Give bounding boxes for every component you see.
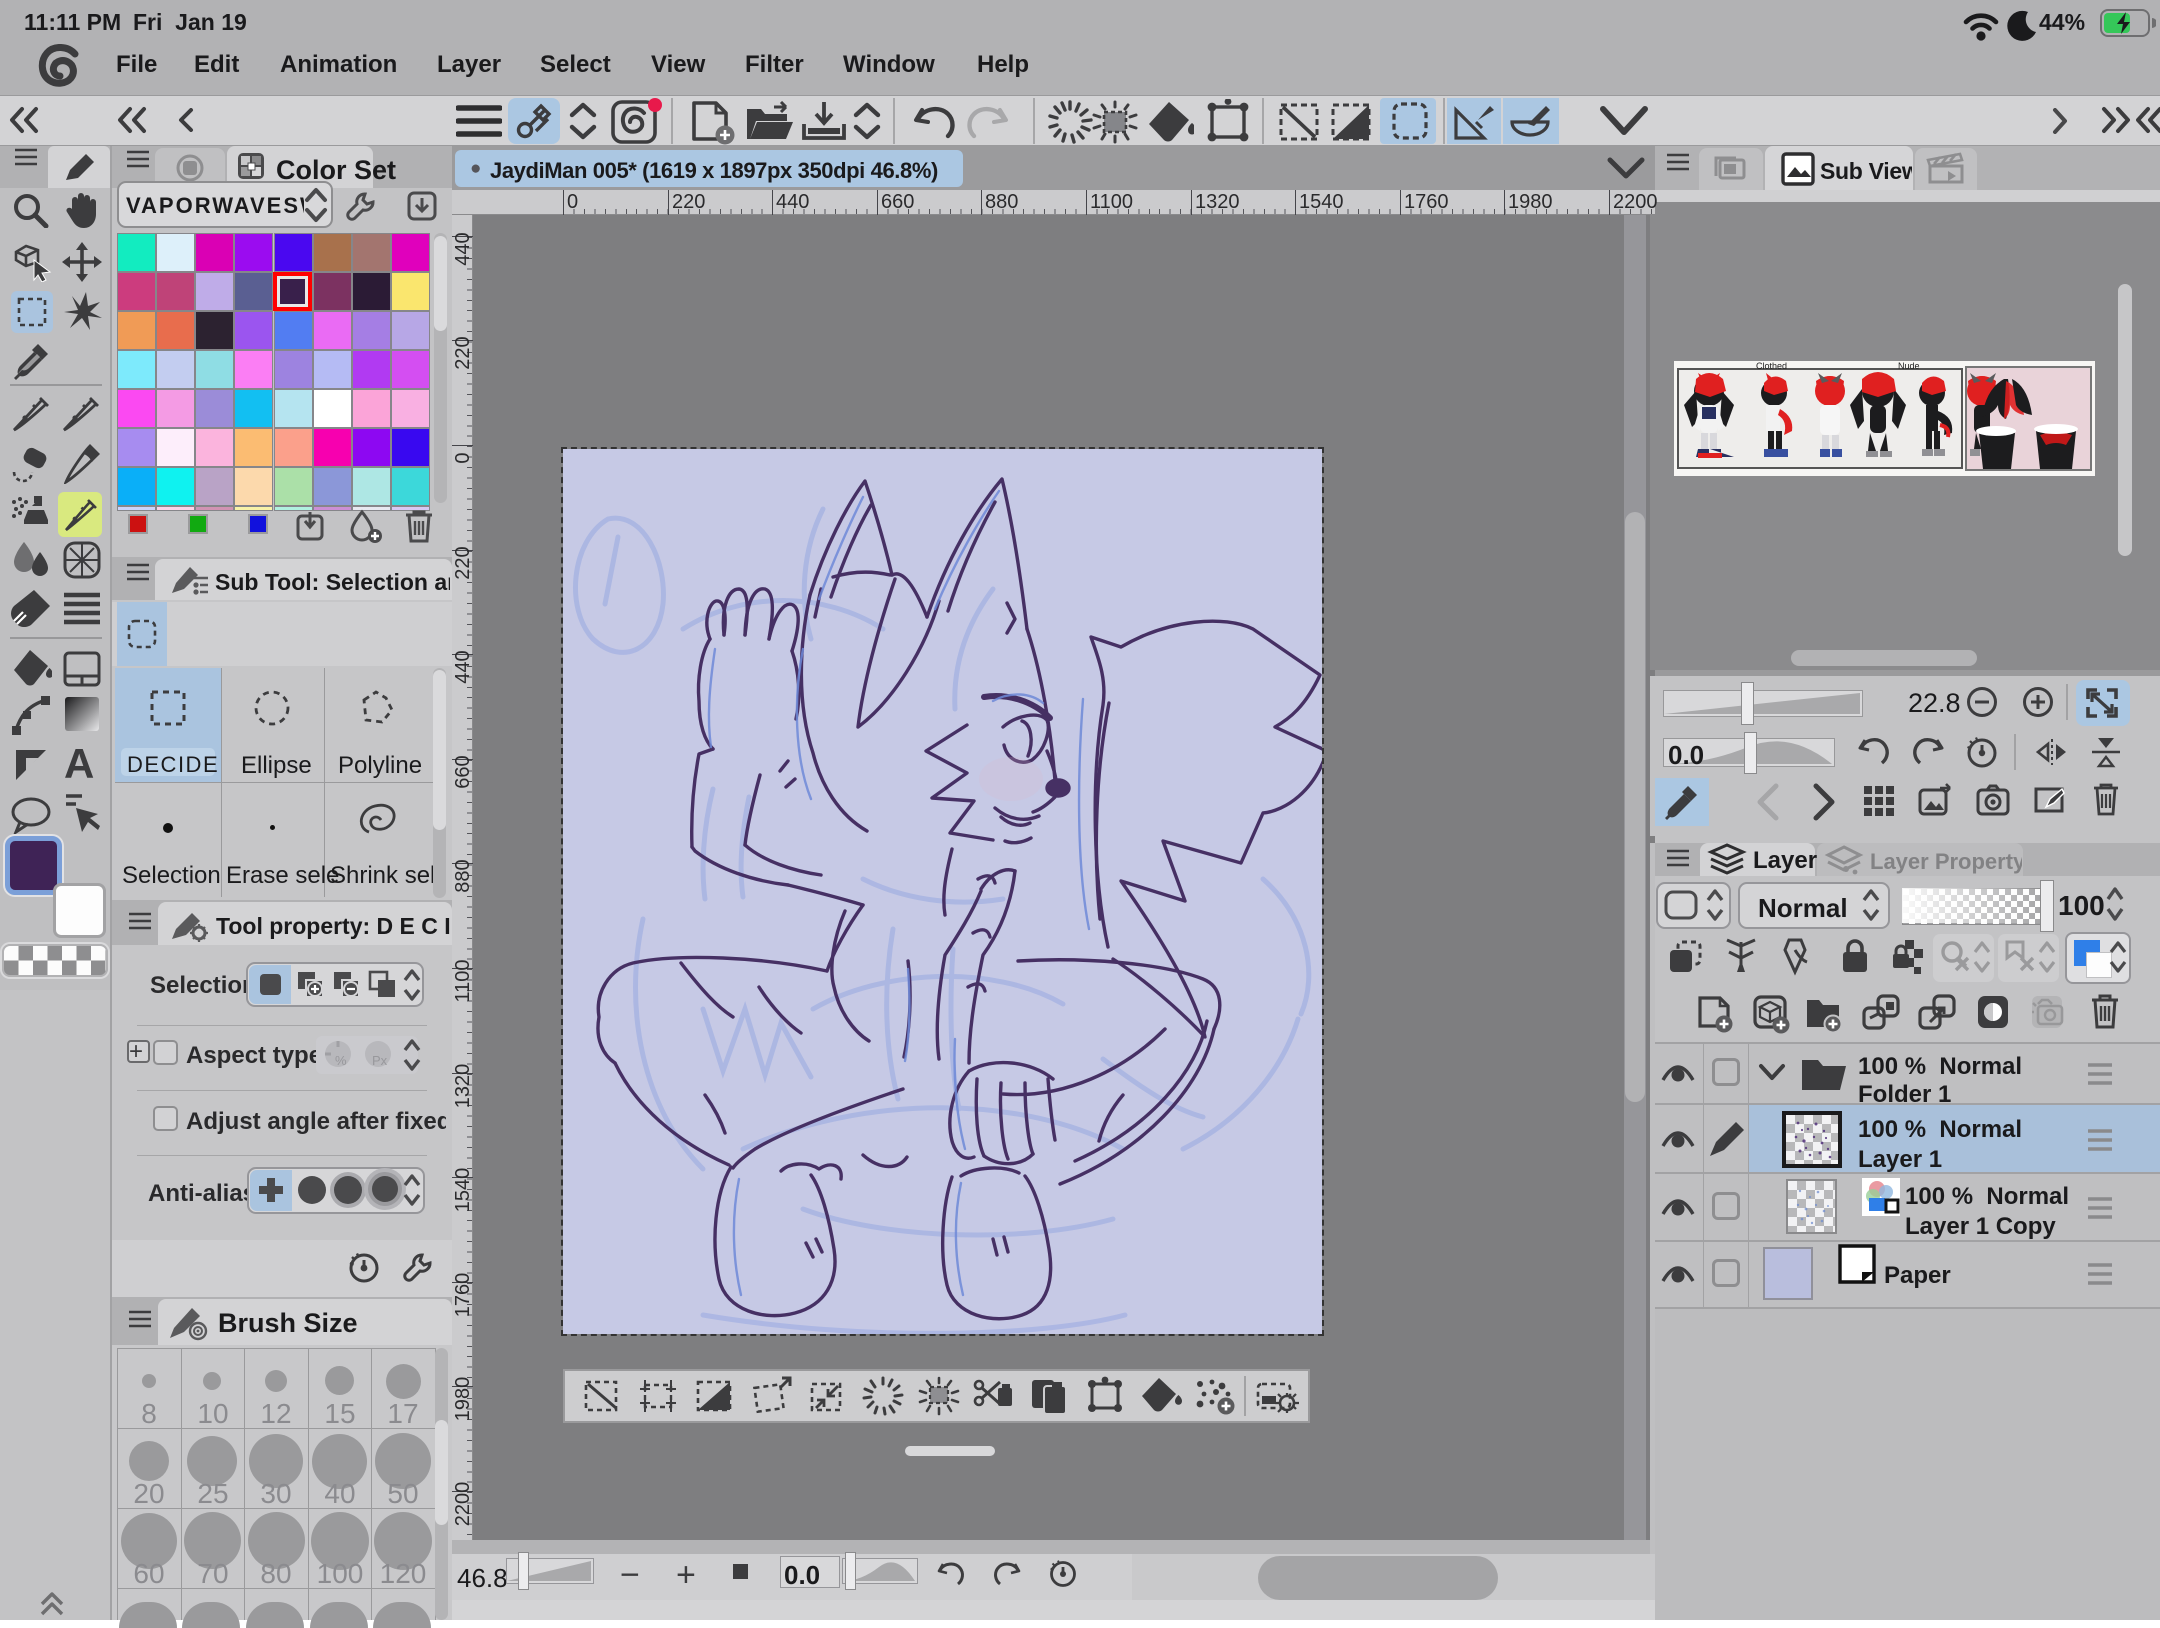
svg-text:Nude: Nude — [1898, 361, 1920, 371]
svg-text:Px: Px — [372, 1053, 388, 1068]
svg-text:Clothed: Clothed — [1756, 361, 1787, 371]
svg-text:%: % — [335, 1053, 347, 1068]
